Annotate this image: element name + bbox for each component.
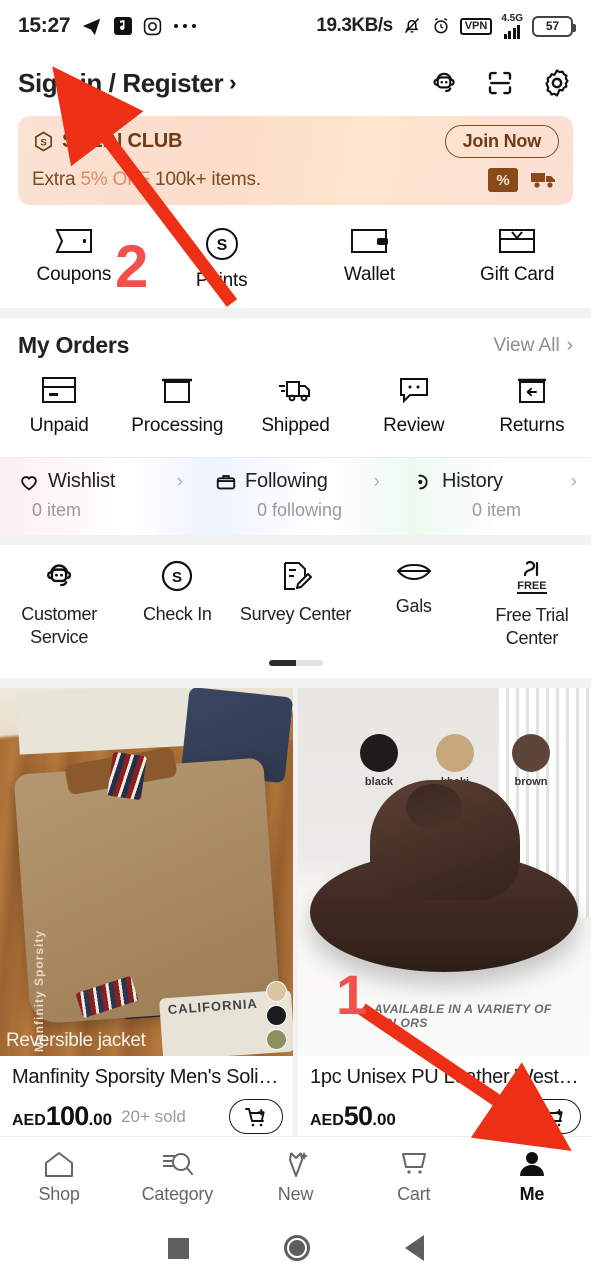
annotation-number-1: 1 bbox=[336, 963, 368, 1026]
annotation-arrow-1 bbox=[358, 1003, 572, 1151]
annotation-number-2: 2 bbox=[115, 233, 149, 300]
annotation-arrows bbox=[52, 66, 572, 1151]
app-screen: 15:27 19.3KB/s VPN 4.5G 57 Sign in / Reg… bbox=[0, 0, 591, 1280]
annotation-arrow-2 bbox=[52, 66, 238, 307]
